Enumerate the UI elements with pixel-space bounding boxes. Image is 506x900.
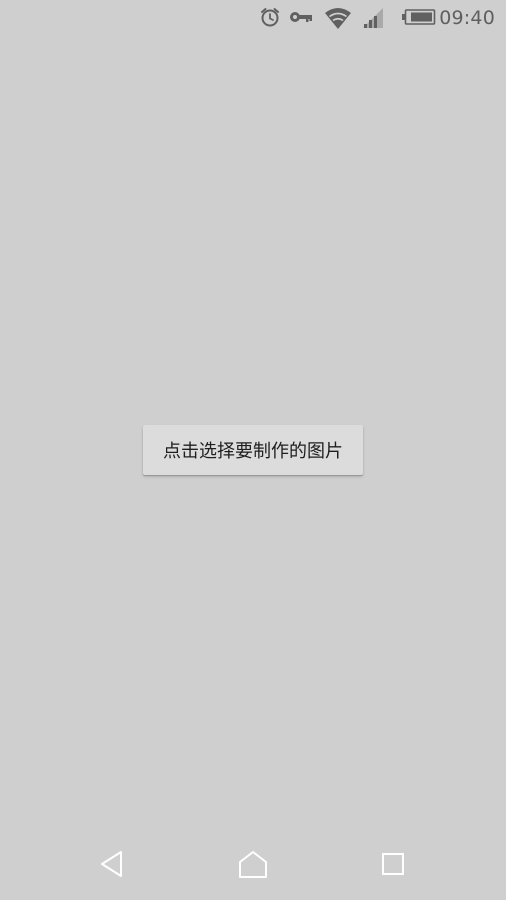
vpn-key-icon xyxy=(289,9,313,29)
select-image-button[interactable]: 点击选择要制作的图片 xyxy=(143,425,363,475)
recents-icon xyxy=(381,852,405,880)
navigation-bar xyxy=(0,836,506,900)
status-bar: 09:40 xyxy=(0,0,506,36)
battery-icon xyxy=(402,9,436,29)
alarm-icon xyxy=(259,6,281,32)
status-time: 09:40 xyxy=(439,7,495,29)
back-icon xyxy=(99,850,125,882)
back-button[interactable] xyxy=(90,848,134,884)
recents-button[interactable] xyxy=(371,848,415,884)
wifi-icon xyxy=(324,6,352,34)
cell-signal-icon xyxy=(362,7,384,33)
home-button[interactable] xyxy=(231,848,275,884)
home-icon xyxy=(238,850,268,882)
